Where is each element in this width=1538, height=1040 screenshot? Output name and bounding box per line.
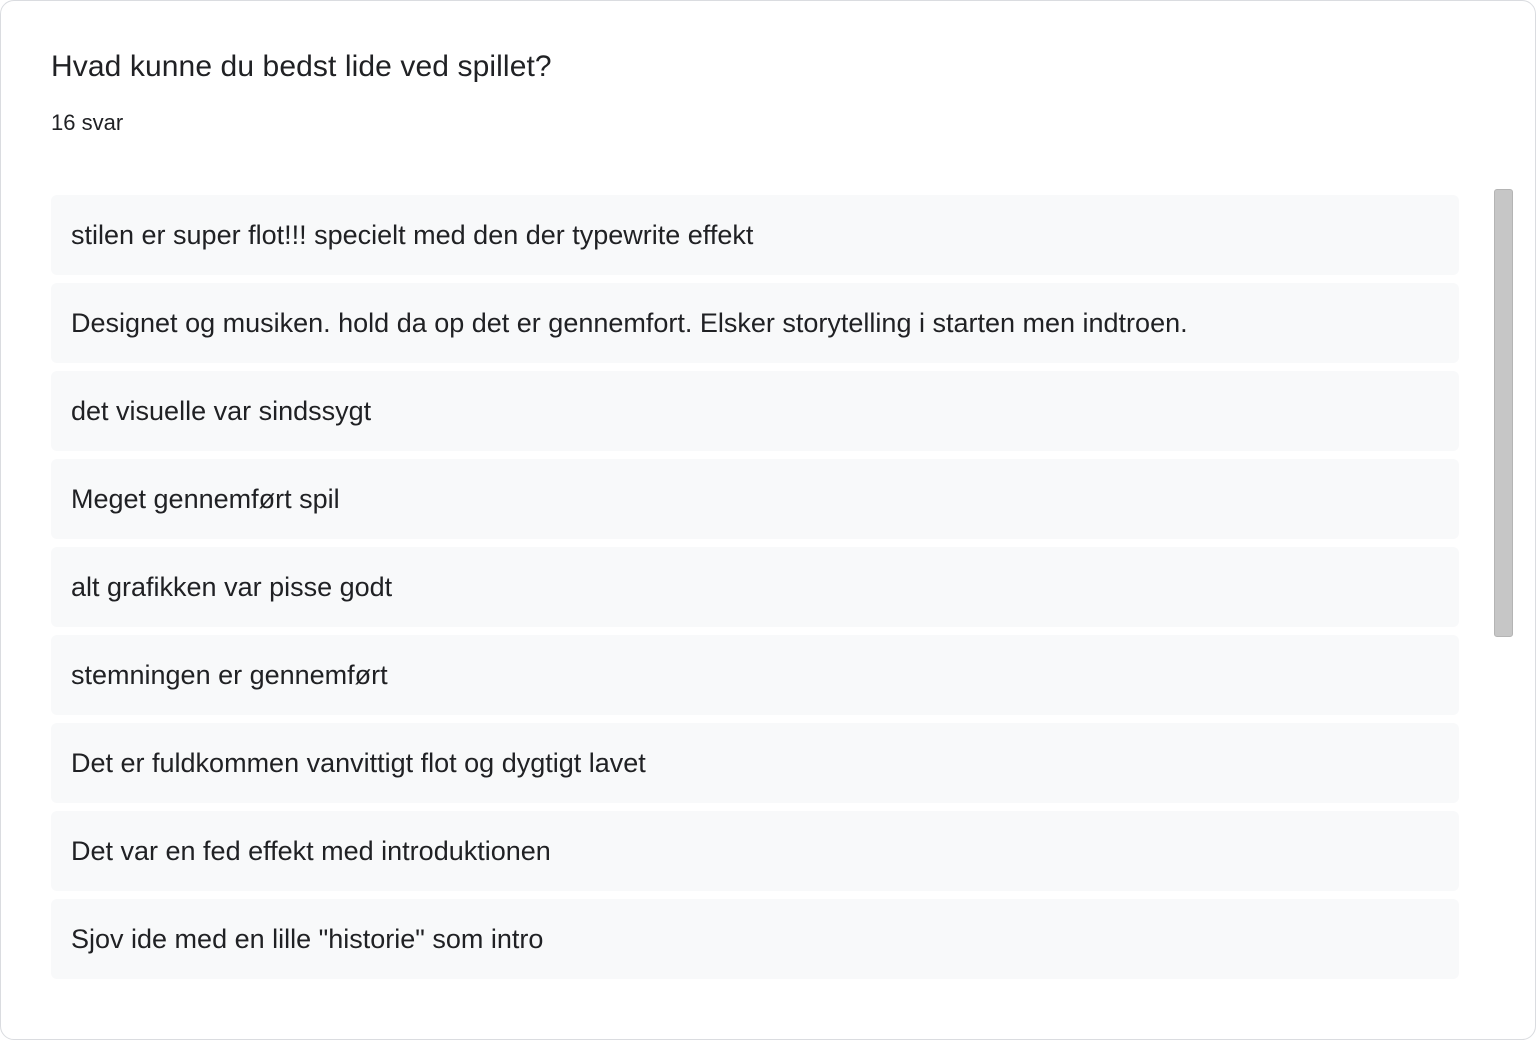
question-card: Hvad kunne du bedst lide ved spillet? 16… xyxy=(0,0,1536,1040)
scrollbar-thumb[interactable] xyxy=(1494,189,1513,637)
response-text: stilen er super flot!!! specielt med den… xyxy=(71,220,754,250)
response-item: stilen er super flot!!! specielt med den… xyxy=(51,195,1459,275)
response-item: Det var en fed effekt med introduktionen xyxy=(51,811,1459,891)
response-list[interactable]: stilen er super flot!!! specielt med den… xyxy=(51,195,1459,995)
response-item: Det er fuldkommen vanvittigt flot og dyg… xyxy=(51,723,1459,803)
response-item: stemningen er gennemført xyxy=(51,635,1459,715)
response-text: Det er fuldkommen vanvittigt flot og dyg… xyxy=(71,748,646,778)
response-item: alt grafikken var pisse godt xyxy=(51,547,1459,627)
response-item: Designet og musiken. hold da op det er g… xyxy=(51,283,1459,363)
response-text: Sjov ide med en lille "historie" som int… xyxy=(71,924,544,954)
response-text: Meget gennemført spil xyxy=(71,484,340,514)
response-count: 16 svar xyxy=(51,110,124,135)
question-title: Hvad kunne du bedst lide ved spillet? xyxy=(51,50,552,83)
response-text: stemningen er gennemført xyxy=(71,660,388,690)
response-text: det visuelle var sindssygt xyxy=(71,396,372,426)
response-item: det visuelle var sindssygt xyxy=(51,371,1459,451)
response-text: Det var en fed effekt med introduktionen xyxy=(71,836,551,866)
response-text: Designet og musiken. hold da op det er g… xyxy=(71,308,1188,338)
response-list-scrollbar[interactable] xyxy=(1494,189,1514,989)
response-item: Sjov ide med en lille "historie" som int… xyxy=(51,899,1459,979)
response-text: alt grafikken var pisse godt xyxy=(71,572,393,602)
response-item: Meget gennemført spil xyxy=(51,459,1459,539)
